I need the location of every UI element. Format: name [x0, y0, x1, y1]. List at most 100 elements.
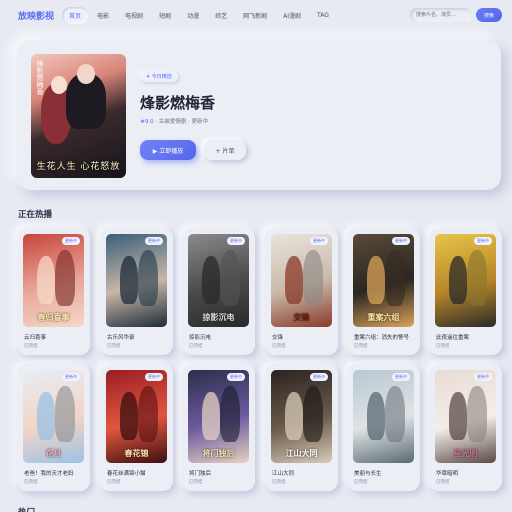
poster-figure [138, 386, 158, 442]
nav-item[interactable]: 动漫 [180, 7, 206, 24]
card-status: 已完结 [354, 344, 368, 349]
video-card[interactable]: 更新中 将门独后 将门独后 已完结 [182, 364, 255, 491]
card-title[interactable]: 美丽与长生 [354, 469, 382, 477]
nav-item[interactable]: 电影 [90, 7, 116, 24]
video-card[interactable]: 更新中此夜遥往重案 已完结 [429, 228, 502, 355]
status-badge: 更新中 [392, 237, 410, 245]
search-input[interactable] [409, 8, 472, 22]
poster-figure [37, 256, 55, 304]
video-card[interactable]: 更新中 春花锦春花丝满锦小猫 已完结 [100, 364, 173, 491]
video-card[interactable]: 更新中 江山大同 江山大同 已完结 [265, 364, 338, 491]
video-card[interactable]: 更新中古乐风华录已完结 [100, 228, 173, 355]
hero-title: 烽影燃梅香 [140, 94, 216, 112]
nav-item[interactable]: 首页 [62, 6, 89, 24]
search-area: 搜索 [409, 8, 502, 22]
poster-figure [220, 250, 240, 306]
card-poster[interactable]: 更新中 春花锦 [106, 370, 167, 463]
status-badge: 更新中 [310, 237, 328, 245]
poster-figure [120, 392, 138, 440]
nav-item[interactable]: 网飞新剧 [236, 7, 274, 24]
card-poster[interactable]: 更新中 春归喜事 [23, 234, 84, 327]
status-badge: 更新中 [474, 237, 492, 245]
card-status: 已完结 [107, 480, 121, 485]
video-card[interactable]: 更新中 美丽与长生 已完结 [347, 364, 420, 491]
card-title[interactable]: 春花丝满锦小猫 [107, 469, 146, 477]
card-title[interactable]: 此夜遥往重案 [436, 333, 469, 341]
poster-title-art: 花月 [45, 448, 62, 458]
video-card[interactable]: 更新中 交锋交锋已完结 [265, 228, 338, 355]
play-now-button[interactable]: ▶ 立即播放 [140, 140, 196, 160]
status-badge: 更新中 [62, 373, 80, 381]
card-poster[interactable]: 更新中 [435, 234, 496, 327]
site-logo[interactable]: 放映影视 [18, 9, 54, 22]
poster-vertical-title: 烽影燃梅香 [36, 60, 44, 95]
hero-poster[interactable]: 烽影燃梅香 生花人生 心花怒放 [31, 54, 126, 178]
featured-tag: ✦ 今日精选 [140, 71, 178, 82]
status-badge: 更新中 [227, 373, 245, 381]
nav-item[interactable]: 短剧 [152, 7, 178, 24]
card-poster[interactable]: 更新中 重案六组 [353, 234, 414, 327]
poster-figure [367, 392, 385, 440]
video-card[interactable]: 更新中 掠影沉电 掠影沉电 已完结 [182, 228, 255, 355]
card-status: 已完结 [436, 480, 450, 485]
status-badge: 更新中 [145, 373, 163, 381]
video-card[interactable]: 更新中 星光明华章暗明已完结 [429, 364, 502, 491]
hero-banner: 烽影燃梅香 生花人生 心花怒放 [17, 40, 501, 190]
poster-title-art: 江山大同 [285, 448, 318, 458]
poster-figure [449, 256, 467, 304]
poster-figure [120, 256, 138, 304]
card-poster[interactable]: 更新中江山大同 [271, 370, 332, 463]
card-poster[interactable]: 更新中将门独后 [188, 370, 249, 463]
section-title-hot: 正在热播 [18, 210, 53, 220]
poster-figure [202, 392, 220, 440]
card-title[interactable]: 交锋 [272, 333, 283, 341]
card-poster[interactable]: 更新中掠影沉电 [188, 234, 249, 327]
poster-title-art: 掠影沉电 [202, 312, 235, 322]
card-title[interactable]: 华章暗明 [436, 469, 458, 477]
poster-figure [285, 392, 303, 440]
poster-figure [449, 392, 467, 440]
poster-figure [55, 250, 75, 306]
card-status: 已完结 [272, 480, 286, 485]
card-poster[interactable]: 更新中 交锋 [271, 234, 332, 327]
poster-figure [303, 250, 323, 306]
top-header: 放映影视 首页 电影 电视剧 短剧 动漫 综艺 网飞新剧 AI漫剧 TAG 搜索 [0, 0, 512, 30]
card-status: 已完结 [24, 480, 38, 485]
poster-title-art: 将门独后 [202, 448, 235, 458]
poster-slogan: 生花人生 心花怒放 [36, 162, 121, 172]
card-status: 已完结 [189, 480, 203, 485]
nav-item[interactable]: 综艺 [208, 7, 234, 24]
card-title[interactable]: 将门独后 [189, 469, 211, 477]
poster-figure [55, 386, 75, 442]
card-poster[interactable]: 更新中 [353, 370, 414, 463]
search-button[interactable]: 搜索 [475, 8, 502, 22]
add-to-list-button[interactable]: + 片单 [204, 140, 246, 160]
poster-figure [385, 386, 405, 442]
nav-item[interactable]: AI漫剧 [276, 7, 308, 24]
card-title[interactable]: 古乐风华录 [107, 333, 135, 341]
nav-item[interactable]: TAG [310, 8, 336, 23]
card-status: 已完结 [272, 344, 286, 349]
nav-item[interactable]: 电视剧 [118, 7, 150, 24]
card-status: 已完结 [107, 344, 121, 349]
video-card[interactable]: 更新中花月老爸！我的天才老妈 已完结 [17, 364, 90, 491]
card-title[interactable]: 掠影沉电 [189, 333, 211, 341]
card-poster[interactable]: 更新中 [106, 234, 167, 327]
status-badge: 更新中 [310, 373, 328, 381]
poster-figure [202, 256, 220, 304]
main-nav: 首页 电影 电视剧 短剧 动漫 综艺 网飞新剧 AI漫剧 TAG [62, 6, 336, 24]
card-poster[interactable]: 更新中 星光明 [435, 370, 496, 463]
card-status: 已完结 [24, 344, 38, 349]
card-title[interactable]: 云归喜事 [24, 333, 46, 341]
poster-title-art: 星光明 [453, 448, 478, 458]
status-badge: 更新中 [227, 237, 245, 245]
card-title[interactable]: 江山大同 [272, 469, 294, 477]
poster-figure [467, 386, 487, 442]
card-title[interactable]: 老爸！我的天才老妈 [24, 469, 74, 477]
video-card[interactable]: 更新中 春归喜事云归喜事已完结 [17, 228, 90, 355]
card-title[interactable]: 重案六组：消失的警号 [354, 333, 409, 341]
card-poster[interactable]: 更新中花月 [23, 370, 84, 463]
card-status: 已完结 [436, 344, 450, 349]
video-card[interactable]: 更新中 重案六组重案六组：消失的警号 已完结 [347, 228, 420, 355]
poster-face [77, 64, 95, 84]
